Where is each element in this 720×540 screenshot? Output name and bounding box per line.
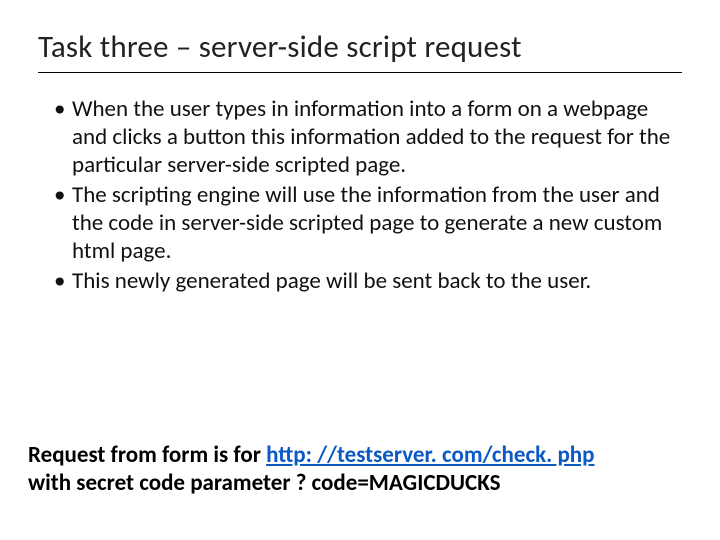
list-item: When the user types in information into … <box>54 95 674 179</box>
footer-note: Request from form is for http: //testser… <box>28 441 692 499</box>
slide: Task three – server-side script request … <box>0 0 720 540</box>
slide-title: Task three – server-side script request <box>38 28 682 66</box>
bullet-list: When the user types in information into … <box>46 95 674 295</box>
footer-prefix: Request from form is for <box>28 441 266 469</box>
footer-url: http: //testserver. com/check. php <box>266 441 594 469</box>
footer-suffix: with secret code parameter ? code=MAGICD… <box>28 469 501 497</box>
list-item: This newly generated page will be sent b… <box>54 267 674 295</box>
title-underline <box>38 72 682 73</box>
list-item: The scripting engine will use the inform… <box>54 181 674 265</box>
